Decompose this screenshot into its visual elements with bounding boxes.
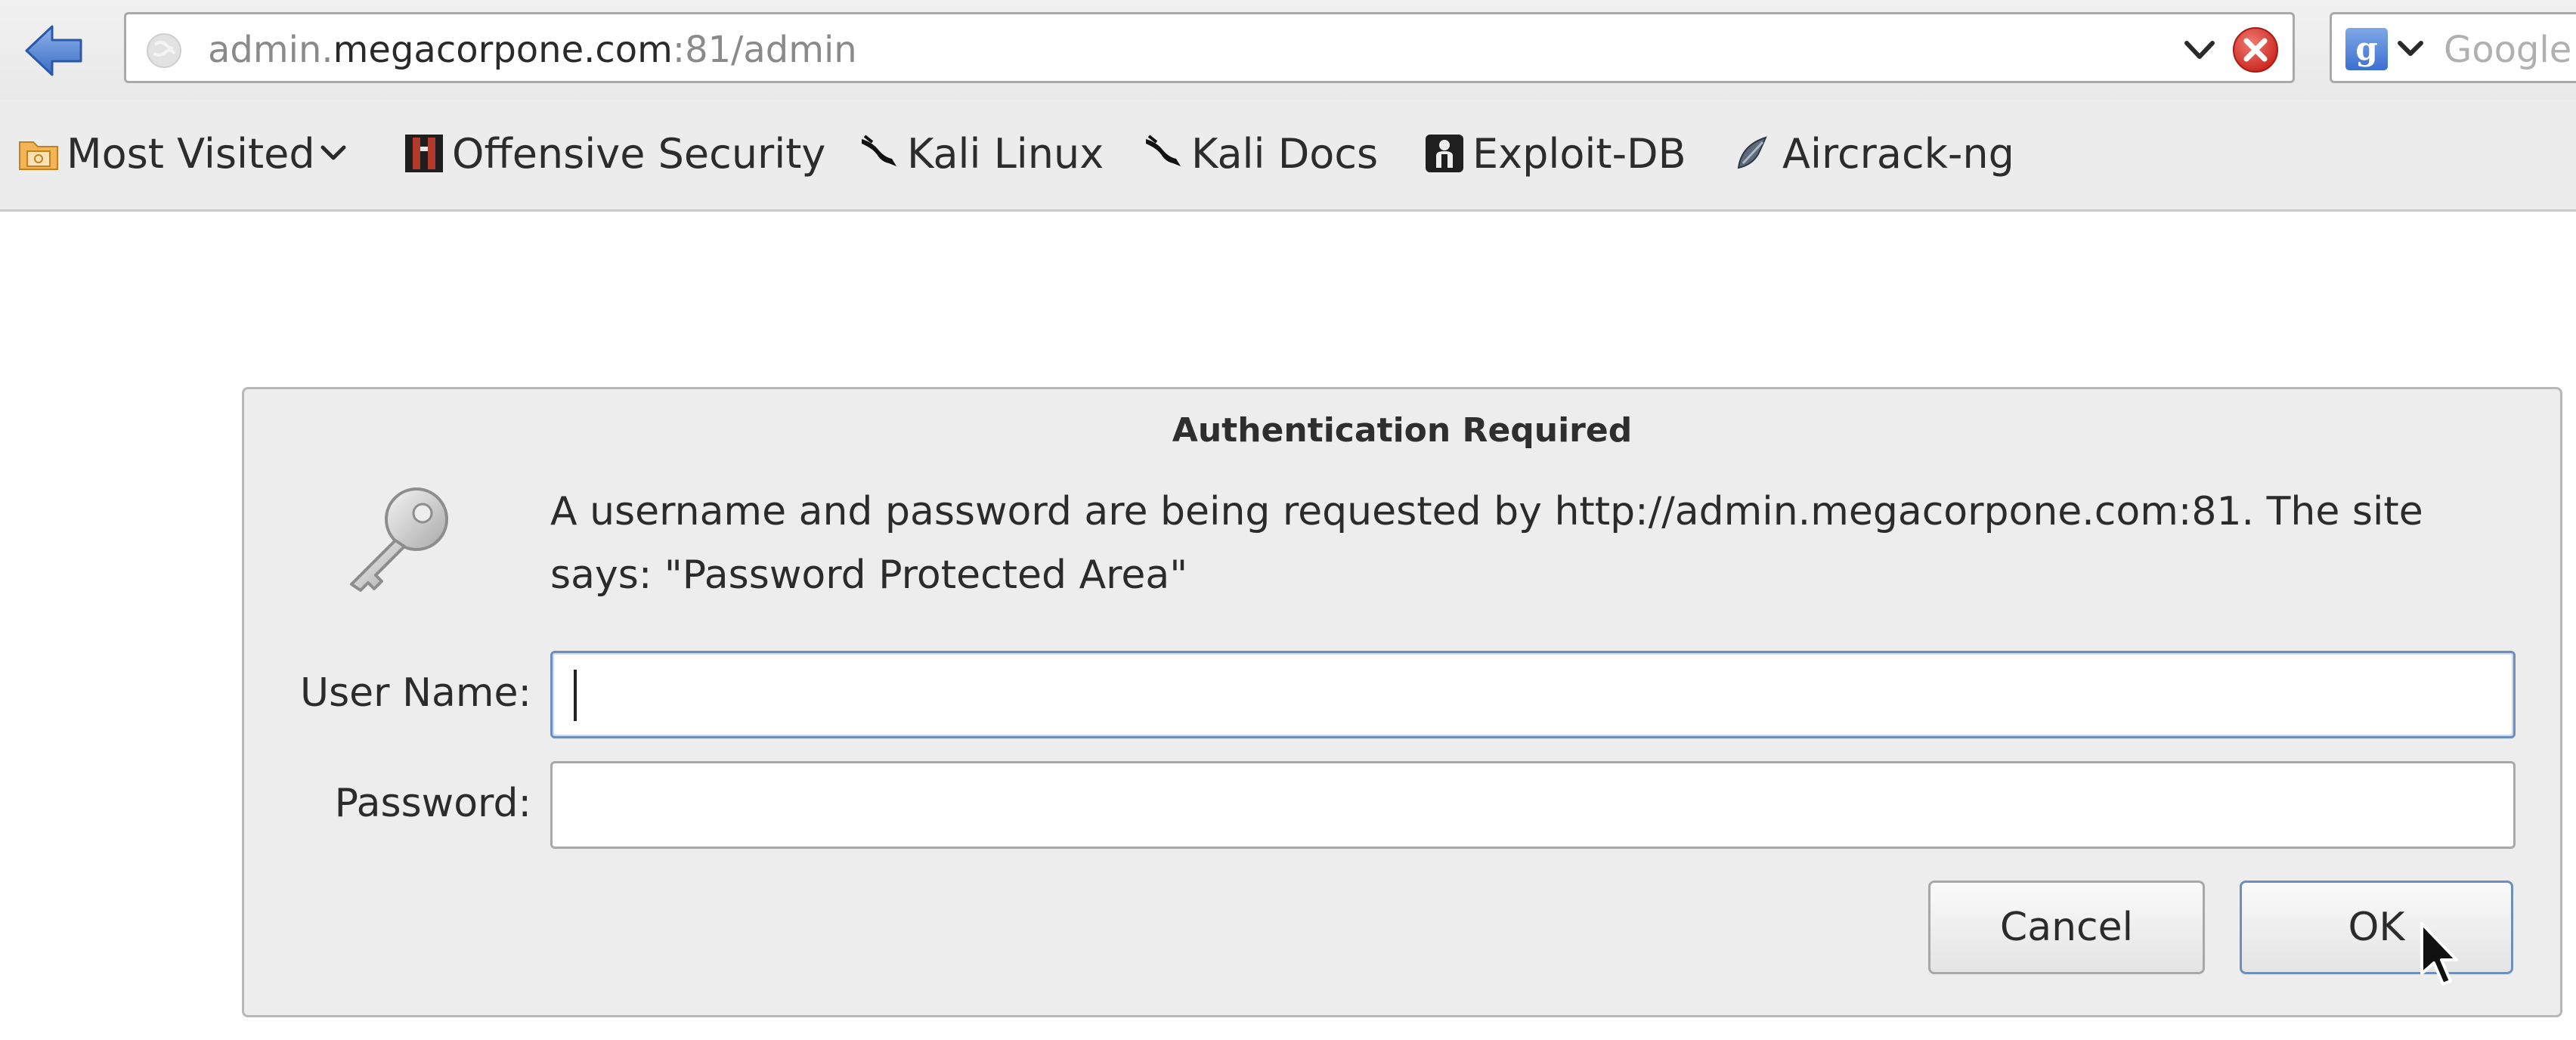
username-field[interactable] bbox=[550, 651, 2516, 738]
bookmark-label: Aircrack-ng bbox=[1782, 129, 2014, 178]
bookmark-kali-linux[interactable]: Kali Linux bbox=[857, 127, 1104, 180]
kali-dragon-icon bbox=[862, 135, 896, 166]
bookmark-kali-docs[interactable]: Kali Docs bbox=[1141, 127, 1378, 180]
offsec-icon bbox=[405, 135, 443, 172]
dialog-title: Authentication Required bbox=[1172, 411, 1633, 450]
stop-loading-icon[interactable] bbox=[2231, 25, 2280, 75]
chevron-down-icon bbox=[320, 145, 346, 160]
url-host: megacorpone.com bbox=[333, 29, 673, 71]
folder-icon bbox=[19, 141, 58, 170]
authentication-dialog: Authentication Required A username and p… bbox=[242, 387, 2562, 1017]
url-subdomain: admin. bbox=[208, 29, 333, 71]
search-placeholder: Google bbox=[2444, 29, 2572, 71]
chevron-down-icon[interactable] bbox=[2395, 34, 2426, 64]
bookmark-label: Kali Linux bbox=[907, 129, 1104, 178]
search-bar[interactable]: g Google bbox=[2330, 12, 2576, 83]
bookmarks-toolbar: Most Visited Offensive Security Kali Lin… bbox=[0, 100, 2576, 212]
url-text[interactable]: admin.megacorpone.com:81/admin bbox=[208, 28, 857, 72]
mouse-pointer-icon bbox=[2420, 922, 2458, 986]
ok-button[interactable]: OK bbox=[2240, 881, 2513, 974]
bookmark-offensive-security[interactable]: Offensive Security bbox=[402, 127, 825, 180]
cancel-button[interactable]: Cancel bbox=[1928, 881, 2205, 974]
url-suffix: :81/admin bbox=[672, 29, 857, 71]
key-icon bbox=[350, 488, 448, 592]
exploitdb-icon bbox=[1426, 135, 1463, 172]
aircrack-icon bbox=[1737, 136, 1767, 169]
site-identity-globe-icon[interactable] bbox=[144, 31, 184, 70]
bookmark-most-visited[interactable]: Most Visited bbox=[17, 127, 348, 180]
chevron-down-icon[interactable] bbox=[2181, 36, 2218, 66]
bookmark-aircrack-ng[interactable]: Aircrack-ng bbox=[1732, 127, 2014, 180]
back-button[interactable] bbox=[17, 14, 91, 88]
navigation-toolbar: admin.megacorpone.com:81/admin g Google bbox=[0, 0, 2576, 100]
bookmark-label: Offensive Security bbox=[452, 129, 826, 178]
back-arrow-icon bbox=[25, 25, 82, 76]
text-caret bbox=[574, 670, 577, 721]
dialog-message: A username and password are being reques… bbox=[550, 489, 2423, 598]
bookmark-exploit-db[interactable]: Exploit-DB bbox=[1423, 127, 1686, 180]
bookmark-label: Most Visited bbox=[67, 129, 315, 178]
password-field[interactable] bbox=[550, 761, 2516, 849]
bookmark-label: Exploit-DB bbox=[1472, 129, 1686, 178]
search-engine-icon[interactable]: g bbox=[2345, 28, 2388, 70]
url-bar[interactable]: admin.megacorpone.com:81/admin bbox=[124, 12, 2295, 83]
password-label: Password: bbox=[334, 781, 531, 826]
kali-dragon-icon bbox=[1146, 135, 1181, 166]
bookmark-label: Kali Docs bbox=[1191, 129, 1379, 178]
username-label: User Name: bbox=[300, 670, 531, 716]
